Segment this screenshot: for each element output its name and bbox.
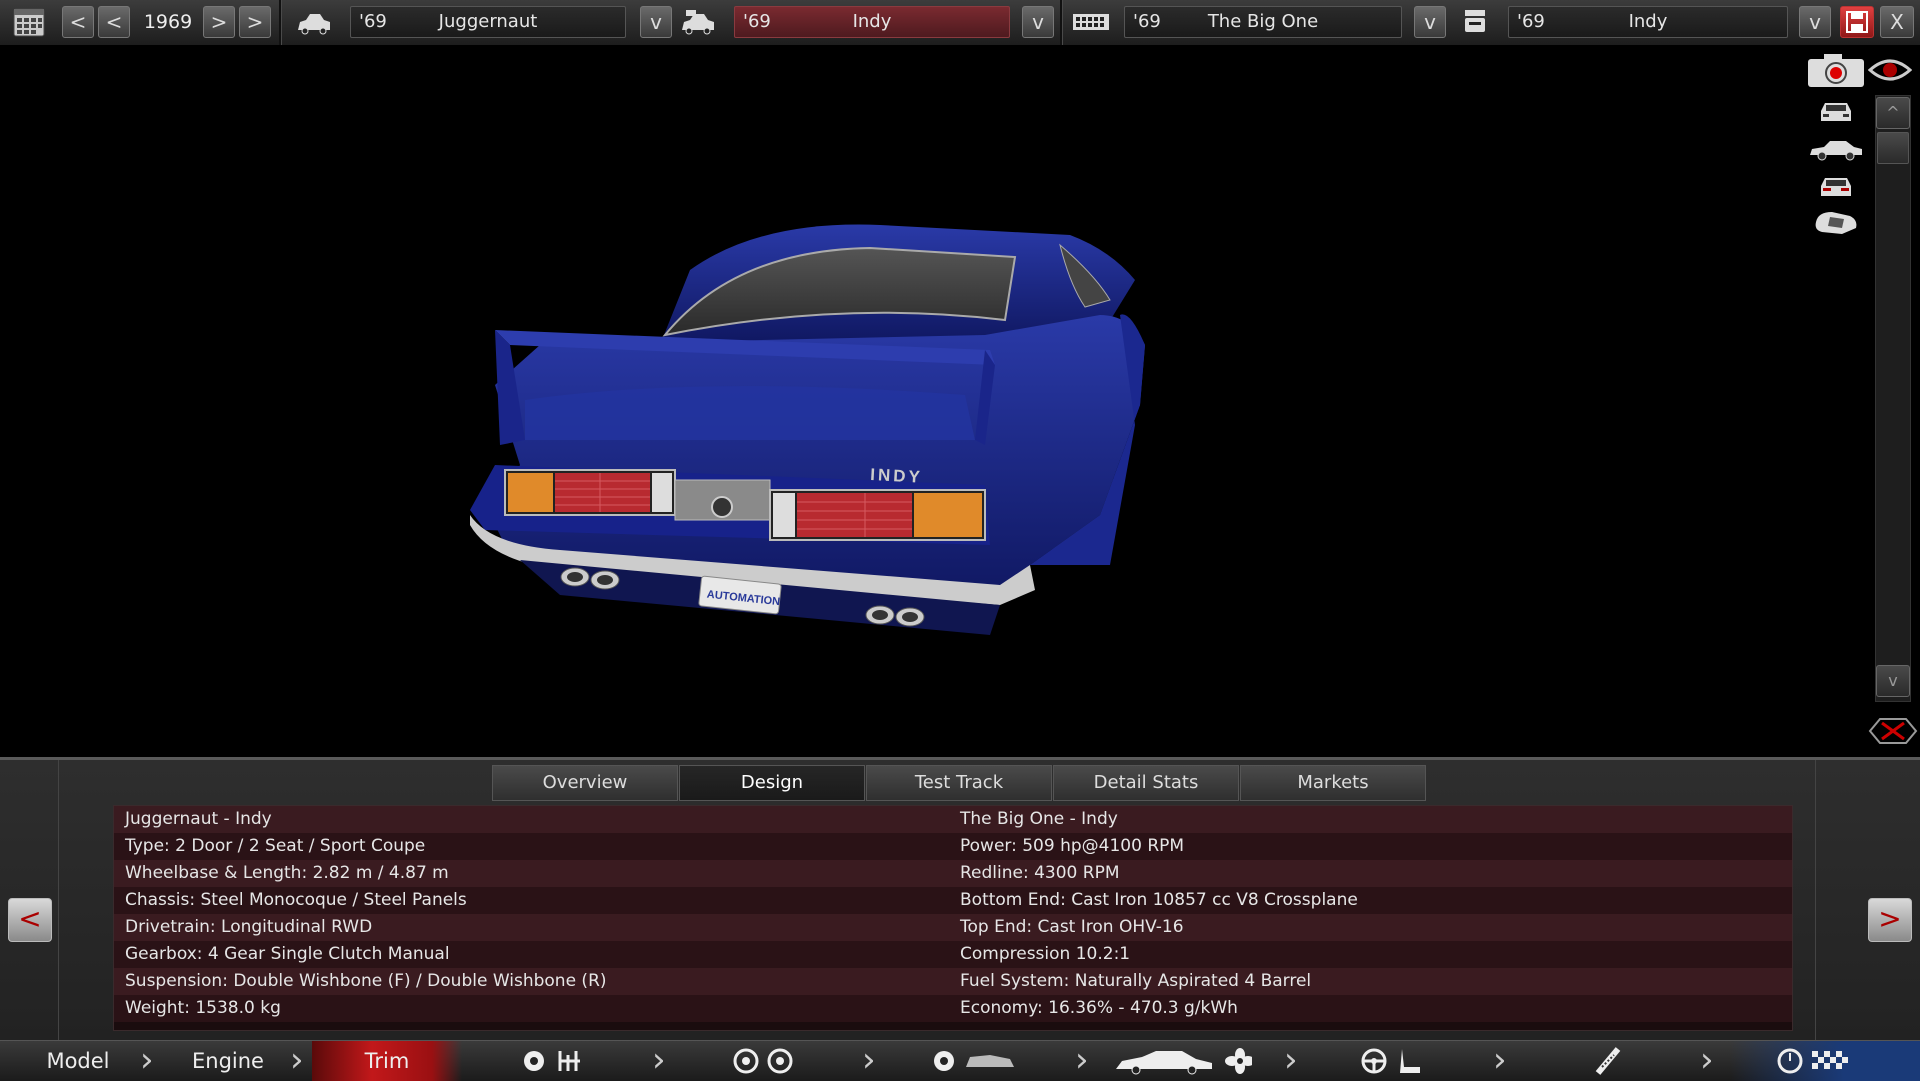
engine-family-selector[interactable]: '69 The Big One: [1124, 6, 1402, 38]
compression: Compression 10.2:1: [960, 944, 1131, 964]
bottom-end: Bottom End: Cast Iron 10857 cc V8 Crossp…: [960, 890, 1358, 910]
model-dropdown-button[interactable]: v: [640, 6, 672, 38]
scroll-thumb[interactable]: [1877, 132, 1909, 164]
year-prev-fast-button[interactable]: <: [62, 6, 94, 38]
divider: [1060, 0, 1063, 45]
tab-detail-stats[interactable]: Detail Stats: [1053, 765, 1239, 801]
viewport-scrollbar[interactable]: [1875, 95, 1911, 702]
nav-engine[interactable]: Engine: [164, 1041, 292, 1081]
car-3d-viewport[interactable]: INDY AUTOMATION: [0, 45, 1920, 757]
engine-title: The Big One - Indy: [960, 809, 1118, 829]
redline: Redline: 4300 RPM: [960, 863, 1120, 883]
table-row: Weight: 1538.0 kg Economy: 16.36% - 470.3…: [114, 995, 1792, 1022]
year-prev-button[interactable]: <: [98, 6, 130, 38]
calendar-icon[interactable]: [12, 6, 46, 38]
model-selector[interactable]: '69 Juggernaut: [350, 6, 626, 38]
gearbox: Gearbox: 4 Gear Single Clutch Manual: [125, 944, 450, 964]
nav-model[interactable]: Model: [14, 1041, 142, 1081]
year-next-button[interactable]: >: [203, 6, 235, 38]
tab-overview[interactable]: Overview: [492, 765, 678, 801]
engine-variant-dropdown-button[interactable]: v: [1799, 6, 1831, 38]
top-toolbar: < < 1969 > > '69 Juggernaut v '69 Indy v…: [0, 0, 1920, 46]
camera-screenshot-button[interactable]: [1806, 53, 1866, 89]
wheels-icon[interactable]: [730, 1047, 800, 1075]
car-model-icon: [296, 8, 332, 36]
chevron-right-icon: ›: [1493, 1040, 1507, 1080]
scroll-up-button[interactable]: ^: [1876, 97, 1910, 129]
tab-markets[interactable]: Markets: [1240, 765, 1426, 801]
tab-design[interactable]: Design: [679, 765, 865, 801]
engine-family-dropdown-button[interactable]: v: [1414, 6, 1446, 38]
power: Power: 509 hp@4100 RPM: [960, 836, 1185, 856]
piston-icon: [1462, 8, 1488, 36]
table-row: Juggernaut - Indy The Big One - Indy: [114, 806, 1792, 833]
view-rear-icon[interactable]: [1815, 172, 1857, 200]
save-icon[interactable]: [1840, 6, 1874, 38]
car-badge: INDY: [870, 465, 924, 487]
year-display: 1969: [143, 11, 193, 33]
trim-selector[interactable]: '69 Indy: [734, 6, 1010, 38]
stats-table: Juggernaut - Indy The Big One - Indy Type…: [113, 805, 1793, 1031]
table-row: Suspension: Double Wishbone (F) / Double…: [114, 968, 1792, 995]
suspension-icon[interactable]: [1590, 1047, 1626, 1075]
top-end: Top End: Cast Iron OHV-16: [960, 917, 1184, 937]
view-side-icon[interactable]: [1808, 137, 1864, 163]
chassis: Chassis: Steel Monocoque / Steel Panels: [125, 890, 467, 910]
chevron-right-icon: ›: [290, 1040, 304, 1080]
chevron-right-icon: ›: [1075, 1040, 1089, 1080]
table-row: Wheelbase & Length: 2.82 m / 4.87 m Redli…: [114, 860, 1792, 887]
drivetrain: Drivetrain: Longitudinal RWD: [125, 917, 373, 937]
tab-test-track[interactable]: Test Track: [866, 765, 1052, 801]
model-name: Juggernaut: [438, 11, 538, 32]
bottom-info-panel: Overview Design Test Track Detail Stats …: [0, 757, 1920, 1043]
design-stage-nav: Model › Engine › Trim › › › › › ›: [0, 1040, 1920, 1081]
economy: Economy: 16.36% - 470.3 g/kWh: [960, 998, 1238, 1018]
hide-ui-icon[interactable]: [1868, 715, 1918, 747]
car-trim-icon: [680, 8, 716, 36]
weight: Weight: 1538.0 kg: [125, 998, 281, 1018]
trim-dropdown-button[interactable]: v: [1022, 6, 1054, 38]
close-button[interactable]: X: [1880, 6, 1914, 38]
table-row: Gearbox: 4 Gear Single Clutch Manual Comp…: [114, 941, 1792, 968]
aero-icon[interactable]: [1112, 1047, 1255, 1075]
testing-icon[interactable]: [1776, 1047, 1856, 1075]
chevron-right-icon: ›: [652, 1040, 666, 1080]
trim-name: Indy: [852, 11, 892, 32]
suspension: Suspension: Double Wishbone (F) / Double…: [125, 971, 607, 991]
engine-variant-selector[interactable]: '69 Indy: [1508, 6, 1788, 38]
fuel-system: Fuel System: Naturally Aspirated 4 Barre…: [960, 971, 1312, 991]
nav-trim[interactable]: Trim: [312, 1041, 462, 1081]
table-row: Chassis: Steel Monocoque / Steel Panels B…: [114, 887, 1792, 914]
table-row: Drivetrain: Longitudinal RWD Top End: Cas…: [114, 914, 1792, 941]
chevron-right-icon: ›: [862, 1040, 876, 1080]
table-row: Type: 2 Door / 2 Seat / Sport Coupe Power…: [114, 833, 1792, 860]
prev-page-button[interactable]: <: [8, 898, 52, 942]
body-design-icon[interactable]: [930, 1047, 1020, 1075]
scroll-down-button[interactable]: v: [1876, 665, 1910, 697]
interior-icon[interactable]: [1358, 1047, 1428, 1075]
gearbox-icon[interactable]: [520, 1047, 590, 1075]
chevron-right-icon: ›: [140, 1040, 154, 1080]
engine-icon: [1071, 8, 1111, 36]
year-next-fast-button[interactable]: >: [239, 6, 271, 38]
eye-icon[interactable]: [1867, 56, 1913, 84]
body-type: Type: 2 Door / 2 Seat / Sport Coupe: [125, 836, 426, 856]
view-front-icon[interactable]: [1815, 97, 1857, 125]
wheelbase-length: Wheelbase & Length: 2.82 m / 4.87 m: [125, 863, 449, 883]
chevron-right-icon: ›: [1700, 1040, 1714, 1080]
car-title: Juggernaut - Indy: [125, 809, 272, 829]
divider: [279, 0, 282, 45]
engine-family-name: The Big One: [1207, 11, 1319, 32]
next-page-button[interactable]: >: [1868, 898, 1912, 942]
view-top-icon[interactable]: [1812, 208, 1862, 238]
chevron-right-icon: ›: [1284, 1040, 1298, 1080]
car-render: INDY AUTOMATION: [470, 224, 1145, 635]
engine-variant-name: Indy: [1628, 11, 1668, 32]
